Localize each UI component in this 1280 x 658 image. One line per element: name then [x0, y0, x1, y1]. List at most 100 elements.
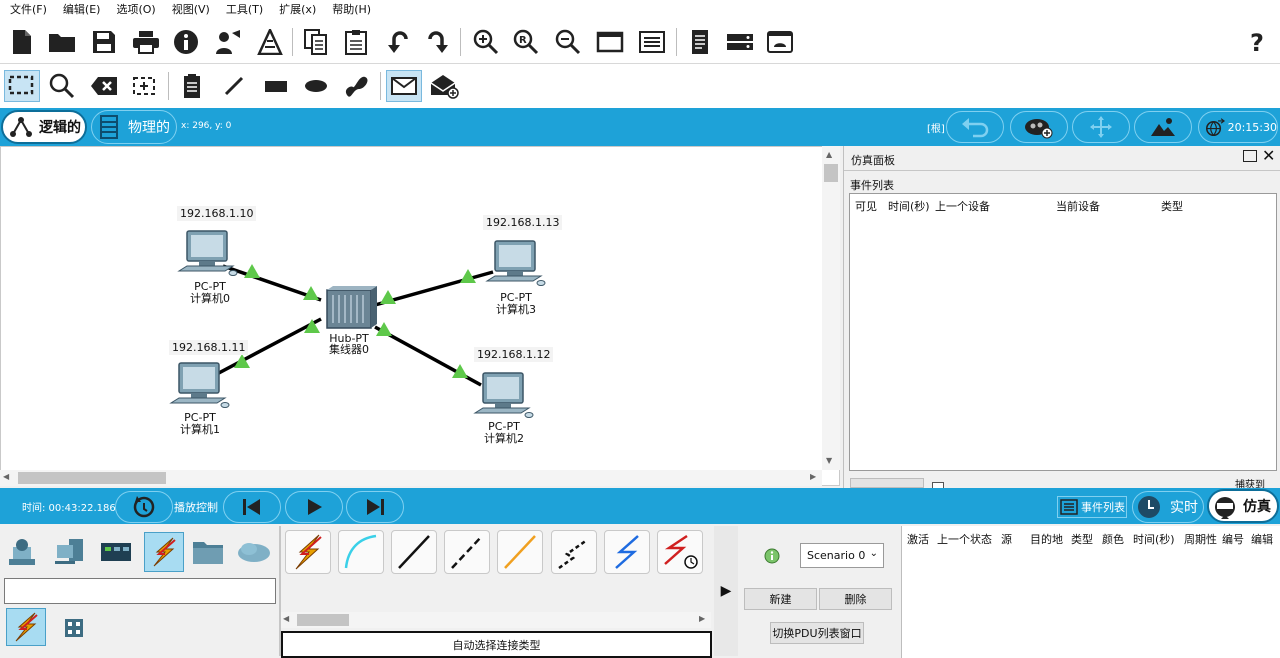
select-icon[interactable]: [4, 70, 40, 102]
pdu-col-time[interactable]: 时间(秒): [1133, 531, 1175, 547]
scroll-left-icon[interactable]: ◀: [283, 614, 289, 623]
cable-console-icon[interactable]: [338, 530, 384, 574]
web-browser-icon[interactable]: [764, 26, 796, 58]
add-simple-pdu-icon[interactable]: [386, 70, 422, 102]
device-rack-icon[interactable]: [724, 26, 756, 58]
workspace-vertical-scrollbar[interactable]: ▲ ▼: [822, 146, 840, 470]
restore-window-icon[interactable]: [1243, 150, 1257, 162]
document-icon[interactable]: [684, 26, 716, 58]
menu-file[interactable]: 文件(F): [4, 0, 57, 20]
place-note-icon[interactable]: [176, 70, 208, 102]
list-view-icon[interactable]: [636, 26, 668, 58]
realtime-mode-button[interactable]: 实时: [1132, 491, 1204, 523]
cable-fiber-icon[interactable]: [497, 530, 543, 574]
pdu-col-type[interactable]: 类型: [1071, 531, 1093, 547]
draw-line-icon[interactable]: [218, 70, 250, 102]
zoom-reset-icon[interactable]: R: [510, 26, 542, 58]
background-button[interactable]: [1134, 111, 1192, 143]
cable-straight-through-icon[interactable]: [391, 530, 437, 574]
menu-options[interactable]: 选项(O): [110, 0, 165, 20]
cable-automatic-icon[interactable]: [285, 530, 331, 574]
undo-icon[interactable]: [382, 26, 414, 58]
col-time[interactable]: 时间(秒): [888, 198, 930, 214]
draw-ellipse-icon[interactable]: [300, 70, 332, 102]
pdu-list-table[interactable]: 激活 上一个状态 源 目的地 类型 颜色 时间(秒) 周期性 编号 编辑: [901, 526, 1280, 658]
pc-icon[interactable]: [177, 230, 238, 276]
col-current-device[interactable]: 当前设备: [1056, 198, 1100, 214]
toggle-pdu-list-button[interactable]: 切换PDU列表窗口: [770, 622, 864, 644]
step-back-button[interactable]: [223, 491, 281, 523]
device-search-field[interactable]: [4, 578, 276, 604]
simulation-mode-button[interactable]: 仿真: [1207, 489, 1279, 523]
menu-help[interactable]: 帮助(H): [326, 0, 381, 20]
col-type[interactable]: 类型: [1161, 198, 1183, 214]
paste-icon[interactable]: [340, 26, 372, 58]
scenario-info-icon[interactable]: [764, 548, 780, 564]
connection-subtype-lightning-icon[interactable]: [6, 608, 46, 646]
pc-icon[interactable]: [473, 372, 534, 418]
draw-rectangle-icon[interactable]: [260, 70, 292, 102]
menu-tools[interactable]: 工具(T): [220, 0, 273, 20]
connections-icon[interactable]: [144, 532, 184, 572]
scroll-left-icon[interactable]: ◀: [3, 472, 9, 481]
cable-serial-dce-icon[interactable]: [657, 530, 703, 574]
event-list-table[interactable]: 可见 时间(秒) 上一个设备 当前设备 类型: [849, 193, 1277, 471]
pdu-col-number[interactable]: 编号: [1222, 531, 1244, 547]
cable-crossover-icon[interactable]: [444, 530, 490, 574]
print-icon[interactable]: [130, 26, 162, 58]
pdu-col-edit[interactable]: 编辑: [1251, 531, 1273, 547]
cable-phone-icon[interactable]: [551, 530, 597, 574]
hub-icon[interactable]: [326, 286, 377, 329]
components-icon[interactable]: [98, 534, 134, 570]
cable-coaxial-icon[interactable]: [604, 530, 650, 574]
move-object-button[interactable]: [1072, 111, 1130, 143]
end-devices-icon[interactable]: [52, 534, 88, 570]
pdu-col-periodic[interactable]: 周期性: [1184, 531, 1217, 547]
copy-icon[interactable]: [300, 26, 332, 58]
zoom-out-icon[interactable]: [552, 26, 584, 58]
workspace-horizontal-scrollbar[interactable]: ◀ ▶: [0, 470, 822, 486]
new-scenario-button[interactable]: 新建: [744, 588, 817, 610]
tab-logical[interactable]: 逻辑的: [1, 110, 87, 144]
viewport-button[interactable]: 20:15:30: [1198, 111, 1278, 143]
expand-panel-icon[interactable]: ▶: [714, 526, 738, 656]
delete-scenario-button[interactable]: 删除: [819, 588, 892, 610]
resize-shape-icon[interactable]: [128, 70, 160, 102]
menu-extensions[interactable]: 扩展(x): [273, 0, 326, 20]
save-icon[interactable]: [88, 26, 120, 58]
zoom-in-icon[interactable]: [470, 26, 502, 58]
back-button[interactable]: [946, 111, 1004, 143]
pdu-col-last-status[interactable]: 上一个状态: [937, 531, 992, 547]
pdu-col-color[interactable]: 颜色: [1102, 531, 1124, 547]
redo-icon[interactable]: [422, 26, 454, 58]
pc-icon[interactable]: [485, 240, 546, 286]
info-icon[interactable]: [170, 26, 202, 58]
add-complex-pdu-icon[interactable]: [428, 70, 460, 102]
miscellaneous-icon[interactable]: [190, 534, 226, 570]
delete-icon[interactable]: [88, 70, 120, 102]
multiuser-cloud-icon[interactable]: [236, 534, 272, 570]
pdu-col-destination[interactable]: 目的地: [1030, 531, 1063, 547]
pdu-col-source[interactable]: 源: [1001, 531, 1012, 547]
vertical-scroll-thumb[interactable]: [824, 164, 838, 182]
pc-icon[interactable]: [169, 362, 230, 408]
inspect-icon[interactable]: [46, 70, 78, 102]
new-cluster-button[interactable]: [1010, 111, 1068, 143]
network-devices-icon[interactable]: [6, 534, 42, 570]
grid-icon[interactable]: [56, 610, 92, 646]
new-file-icon[interactable]: [6, 26, 38, 58]
scroll-down-icon[interactable]: ▼: [826, 456, 832, 465]
menu-view[interactable]: 视图(V): [166, 0, 220, 20]
scroll-up-icon[interactable]: ▲: [826, 150, 832, 159]
menu-edit[interactable]: 编辑(E): [57, 0, 111, 20]
tab-physical[interactable]: 物理的: [91, 110, 177, 144]
event-list-toggle-button[interactable]: 事件列表: [1057, 496, 1127, 518]
logical-workspace[interactable]: 192.168.1.10 PC-PT 计算机0 192.168.1.11 PC-…: [0, 146, 840, 486]
scenario-select[interactable]: Scenario 0 ⌄: [800, 543, 884, 568]
help-icon[interactable]: ?: [1242, 26, 1274, 58]
window-icon[interactable]: [594, 26, 626, 58]
col-visible[interactable]: 可见: [855, 198, 877, 214]
horizontal-scroll-thumb[interactable]: [18, 472, 166, 484]
cable-scrollbar[interactable]: ◀ ▶: [281, 612, 711, 628]
pdu-col-active[interactable]: 激活: [907, 531, 929, 547]
